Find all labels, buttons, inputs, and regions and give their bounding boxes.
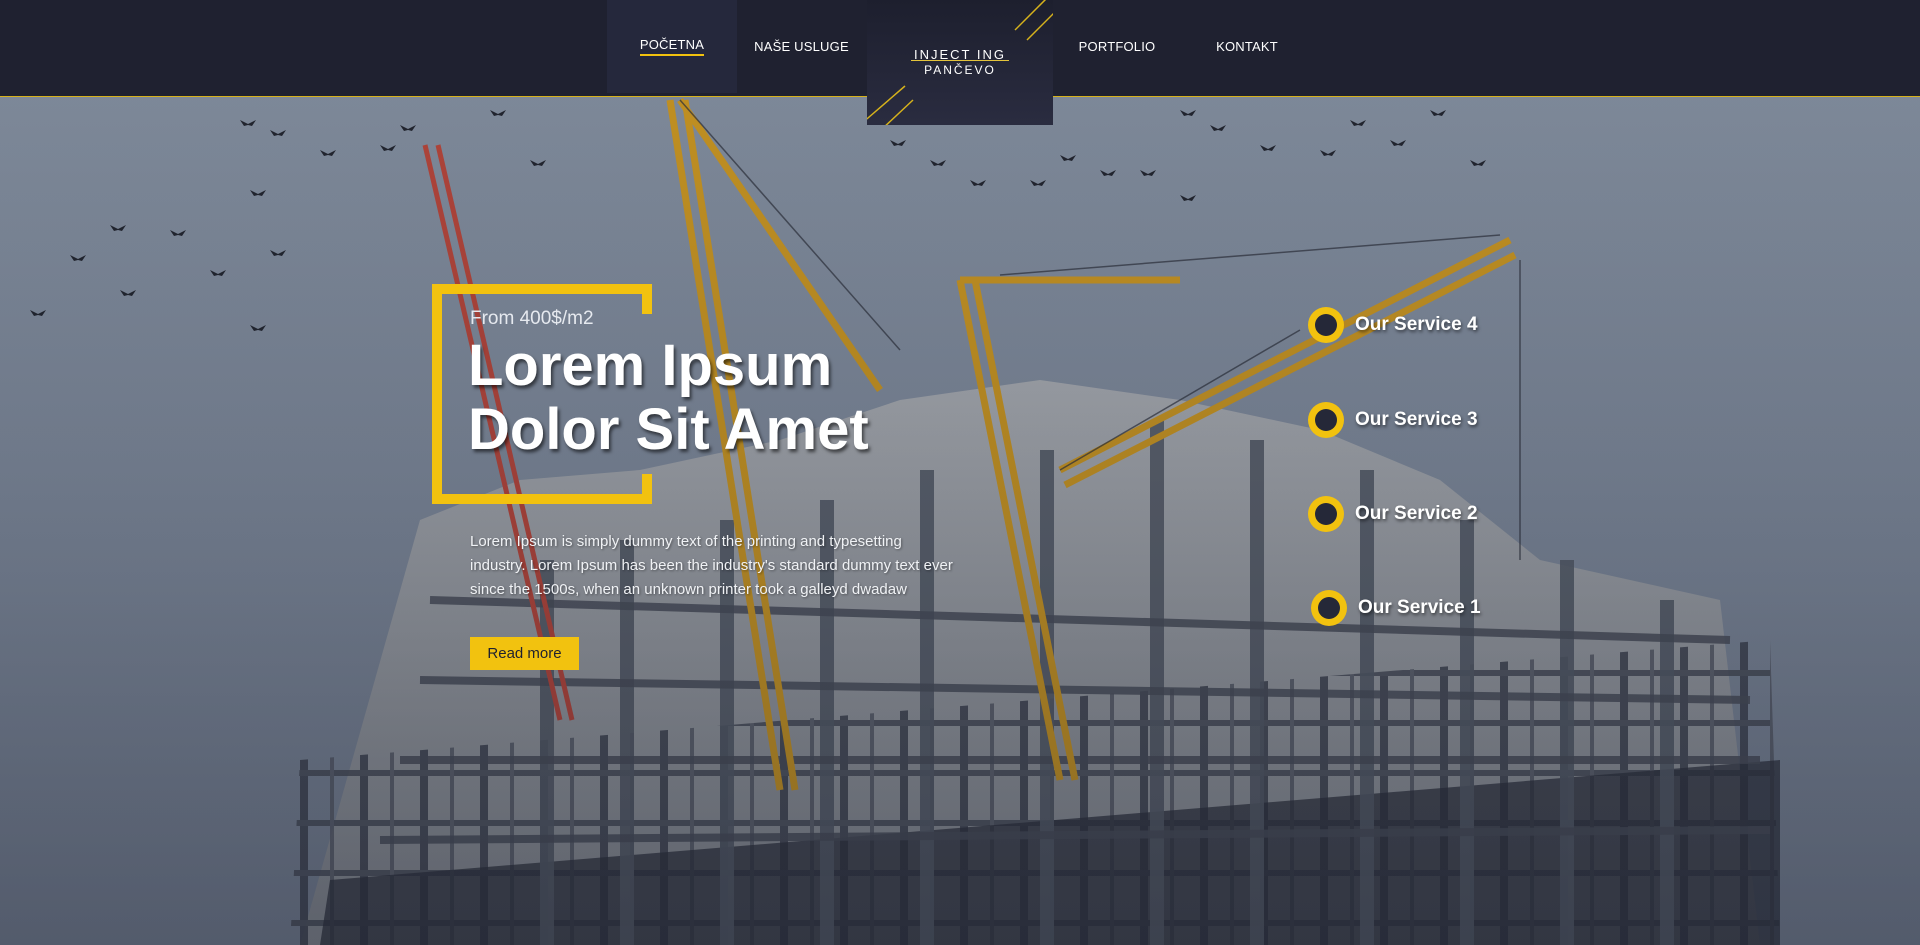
hero-title-line-1: Lorem Ipsum	[468, 333, 833, 398]
service-label: Our Service 3	[1355, 409, 1478, 430]
nav-item-services[interactable]: NAŠE USLUGE	[740, 0, 863, 93]
service-item-2[interactable]: Our Service 2	[1308, 496, 1478, 532]
hero-title-line-2: Dolor Sit Amet	[468, 397, 869, 462]
service-label: Our Service 2	[1355, 503, 1478, 524]
nav-item-portfolio[interactable]: PORTFOLIO	[1052, 0, 1182, 93]
service-item-3[interactable]: Our Service 3	[1308, 402, 1478, 438]
hero-overlay	[0, 0, 1920, 945]
hero-title: Lorem Ipsum Dolor Sit Amet	[468, 334, 988, 462]
nav-item-contact-label: KONTAKT	[1216, 39, 1278, 54]
nav-item-services-label: NAŠE USLUGE	[754, 39, 849, 54]
nav-item-portfolio-label: PORTFOLIO	[1078, 39, 1156, 54]
read-more-button[interactable]: Read more	[470, 637, 579, 670]
nav-item-contact[interactable]: KONTAKT	[1182, 0, 1312, 93]
circle-dot-icon	[1308, 307, 1344, 343]
logo-divider	[911, 60, 1009, 61]
circle-dot-icon	[1308, 496, 1344, 532]
logo-city: PANČEVO	[924, 63, 996, 77]
site-logo[interactable]: INJECT ING PANČEVO	[867, 0, 1053, 125]
nav-item-home-label: POČETNA	[639, 37, 705, 56]
service-item-4[interactable]: Our Service 4	[1308, 307, 1478, 343]
service-label: Our Service 1	[1358, 597, 1481, 618]
service-item-1[interactable]: Our Service 1	[1311, 590, 1481, 626]
circle-dot-icon	[1311, 590, 1347, 626]
hero-price: From 400$/m2	[470, 308, 594, 329]
nav-item-home[interactable]: POČETNA	[607, 0, 737, 93]
service-label: Our Service 4	[1355, 314, 1478, 335]
circle-dot-icon	[1308, 402, 1344, 438]
hero-description: Lorem Ipsum is simply dummy text of the …	[470, 533, 953, 598]
